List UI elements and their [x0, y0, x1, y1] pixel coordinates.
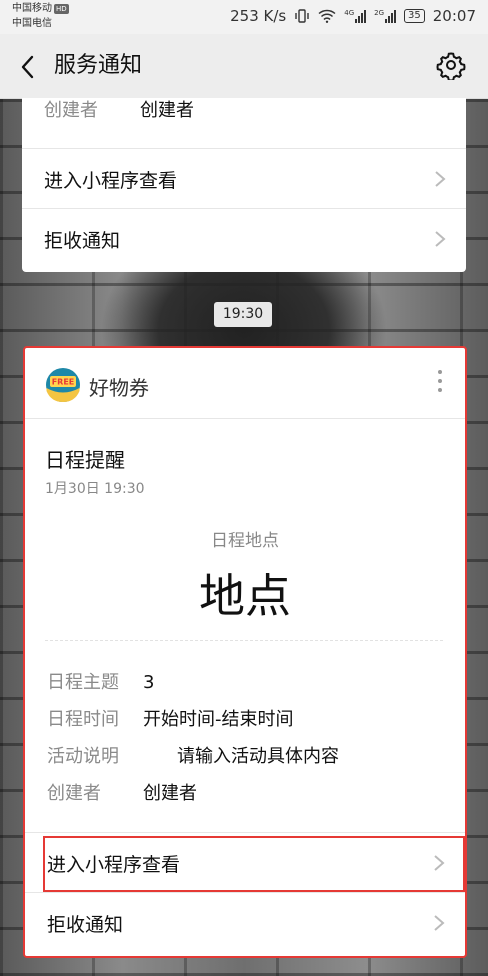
time-separator: 19:30	[214, 302, 272, 327]
previous-notification-card: 创建者 创建者 进入小程序查看 拒收通知	[22, 98, 466, 272]
signal-4g-icon: 4G	[344, 9, 367, 23]
net-2g-label: 2G	[374, 9, 385, 17]
detail-row: 日程主题 3	[47, 668, 154, 694]
detail-value: 请输入活动具体内容	[177, 746, 339, 767]
carrier-1: 中国移动 HD	[12, 3, 69, 15]
battery-icon: 35	[404, 9, 425, 23]
prev-reject-notification-label: 拒收通知	[44, 230, 121, 252]
back-arrow-icon[interactable]	[14, 52, 44, 82]
prev-creator-row: 创建者 创建者	[44, 96, 194, 122]
prev-open-miniprogram-label: 进入小程序查看	[44, 170, 178, 192]
detail-value: 3	[143, 672, 155, 693]
notification-date: 1月30日 19:30	[45, 481, 145, 497]
brand-name: 好物券	[89, 376, 149, 400]
detail-key: 日程主题	[47, 672, 119, 693]
chevron-right-icon	[434, 915, 445, 931]
card-header: FREE 好物券	[25, 348, 465, 419]
net-4g-label: 4G	[344, 9, 355, 17]
detail-value: 创建者	[143, 783, 197, 804]
detail-key: 活动说明	[47, 746, 119, 767]
detail-value: 开始时间-结束时间	[143, 709, 294, 730]
detail-row: 活动说明 请输入活动具体内容	[47, 742, 339, 768]
notification-title: 日程提醒	[45, 448, 125, 472]
logo-text: FREE	[52, 378, 75, 387]
status-right: 253 K/s 4G 2G 35 20:07	[230, 7, 476, 25]
reject-notification-button[interactable]: 拒收通知	[25, 892, 465, 953]
chevron-right-icon	[435, 171, 446, 187]
detail-key: 创建者	[47, 783, 101, 804]
carrier-1-label: 中国移动	[12, 3, 52, 14]
gear-icon[interactable]	[436, 50, 466, 80]
prev-reject-notification-button[interactable]: 拒收通知	[22, 208, 466, 269]
detail-row: 创建者 创建者	[47, 779, 197, 805]
page-title: 服务通知	[54, 53, 143, 78]
net-speed: 253 K/s	[230, 7, 287, 25]
reject-notification-label: 拒收通知	[47, 914, 124, 936]
battery-level: 35	[408, 10, 421, 21]
signal-2g-icon: 2G	[374, 9, 397, 23]
free-coupon-logo-icon: FREE	[46, 368, 80, 402]
location-value: 地点	[199, 569, 291, 623]
nav-bar: 服务通知	[0, 34, 488, 99]
notification-card: FREE 好物券 日程提醒 1月30日 19:30 日程地点 地点 日程主题 3 …	[23, 346, 467, 958]
wifi-icon	[318, 9, 336, 23]
hd-badge: HD	[54, 4, 69, 14]
location-label: 日程地点	[211, 531, 279, 551]
more-options-icon[interactable]	[437, 370, 443, 396]
clock: 20:07	[432, 7, 476, 25]
prev-creator-key: 创建者	[44, 100, 98, 121]
highlight-box	[43, 836, 465, 892]
detail-row: 日程时间 开始时间-结束时间	[47, 705, 294, 731]
chevron-right-icon	[435, 231, 446, 247]
prev-open-miniprogram-button[interactable]: 进入小程序查看	[22, 148, 466, 209]
dashed-divider	[45, 640, 443, 641]
vibrate-icon	[295, 9, 309, 23]
status-bar: 中国移动 HD 中国电信 253 K/s 4G 2G 35 20:07	[0, 0, 488, 34]
prev-creator-value: 创建者	[140, 100, 194, 121]
carrier-2: 中国电信	[12, 18, 52, 29]
detail-key: 日程时间	[47, 709, 119, 730]
